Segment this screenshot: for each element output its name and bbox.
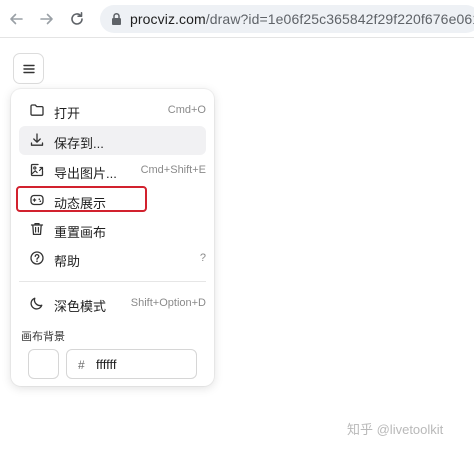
- menu-item-save-to[interactable]: 保存到...: [19, 126, 206, 155]
- forward-button[interactable]: [37, 9, 57, 29]
- reload-button[interactable]: [67, 9, 87, 29]
- menu-item-export-image[interactable]: 导出图片... Cmd+Shift+E: [19, 156, 206, 185]
- menu-item-label: 动态展示: [54, 196, 107, 211]
- download-icon: [29, 132, 45, 148]
- image-export-icon: [29, 162, 45, 178]
- address-bar[interactable]: procviz.com/draw?id=1e06f25c365842f29f22…: [100, 5, 474, 33]
- menu-item-label: 导出图片...: [54, 166, 117, 181]
- url-host: procviz.com: [130, 11, 206, 27]
- color-swatch[interactable]: [28, 349, 59, 379]
- background-color-input[interactable]: # ffffff: [66, 349, 197, 379]
- reload-icon: [71, 12, 83, 25]
- menu-item-dark-mode[interactable]: 深色模式 Shift+Option+D: [19, 289, 206, 318]
- hex-value: ffffff: [96, 357, 117, 372]
- menu-item-label: 深色模式: [54, 299, 107, 314]
- trash-icon: [29, 221, 45, 237]
- arrow-right-icon: [40, 13, 53, 25]
- menu-item-presentation[interactable]: 动态展示: [19, 186, 206, 215]
- hamburger-icon: [22, 64, 35, 73]
- lock-icon: [112, 12, 121, 25]
- hex-prefix: #: [78, 358, 85, 372]
- menu-item-label: 重置画布: [54, 225, 107, 240]
- menu-divider: [19, 281, 206, 282]
- menu-item-shortcut: Shift+Option+D: [130, 297, 206, 309]
- menu-item-label: 打开: [54, 106, 81, 121]
- browser-toolbar: procviz.com/draw?id=1e06f25c365842f29f22…: [0, 0, 474, 38]
- arrow-left-icon: [10, 13, 23, 25]
- help-circle-icon: [29, 250, 45, 266]
- url-text: procviz.com/draw?id=1e06f25c365842f29f22…: [130, 11, 474, 27]
- menu-item-shortcut: Cmd+Shift+E: [140, 164, 206, 176]
- menu-item-help[interactable]: 帮助 ?: [19, 244, 206, 273]
- url-path: /draw?id=1e06f25c365842f29f220f676e061: [205, 11, 474, 27]
- moon-icon: [29, 295, 45, 311]
- menu-item-shortcut: Cmd+O: [167, 104, 206, 116]
- folder-icon: [29, 102, 45, 118]
- canvas-background-label: 画布背景: [21, 331, 65, 343]
- menu-item-reset-canvas[interactable]: 重置画布: [19, 215, 206, 244]
- presentation-icon: [29, 192, 45, 208]
- main-menu-button[interactable]: [13, 53, 44, 84]
- watermark: 知乎 @livetoolkit: [347, 422, 444, 437]
- menu-item-label: 保存到...: [54, 136, 104, 151]
- menu-item-shortcut: ?: [199, 252, 206, 264]
- menu-item-label: 帮助: [54, 254, 81, 269]
- menu-item-open[interactable]: 打开 Cmd+O: [19, 96, 206, 125]
- back-button[interactable]: [6, 9, 26, 29]
